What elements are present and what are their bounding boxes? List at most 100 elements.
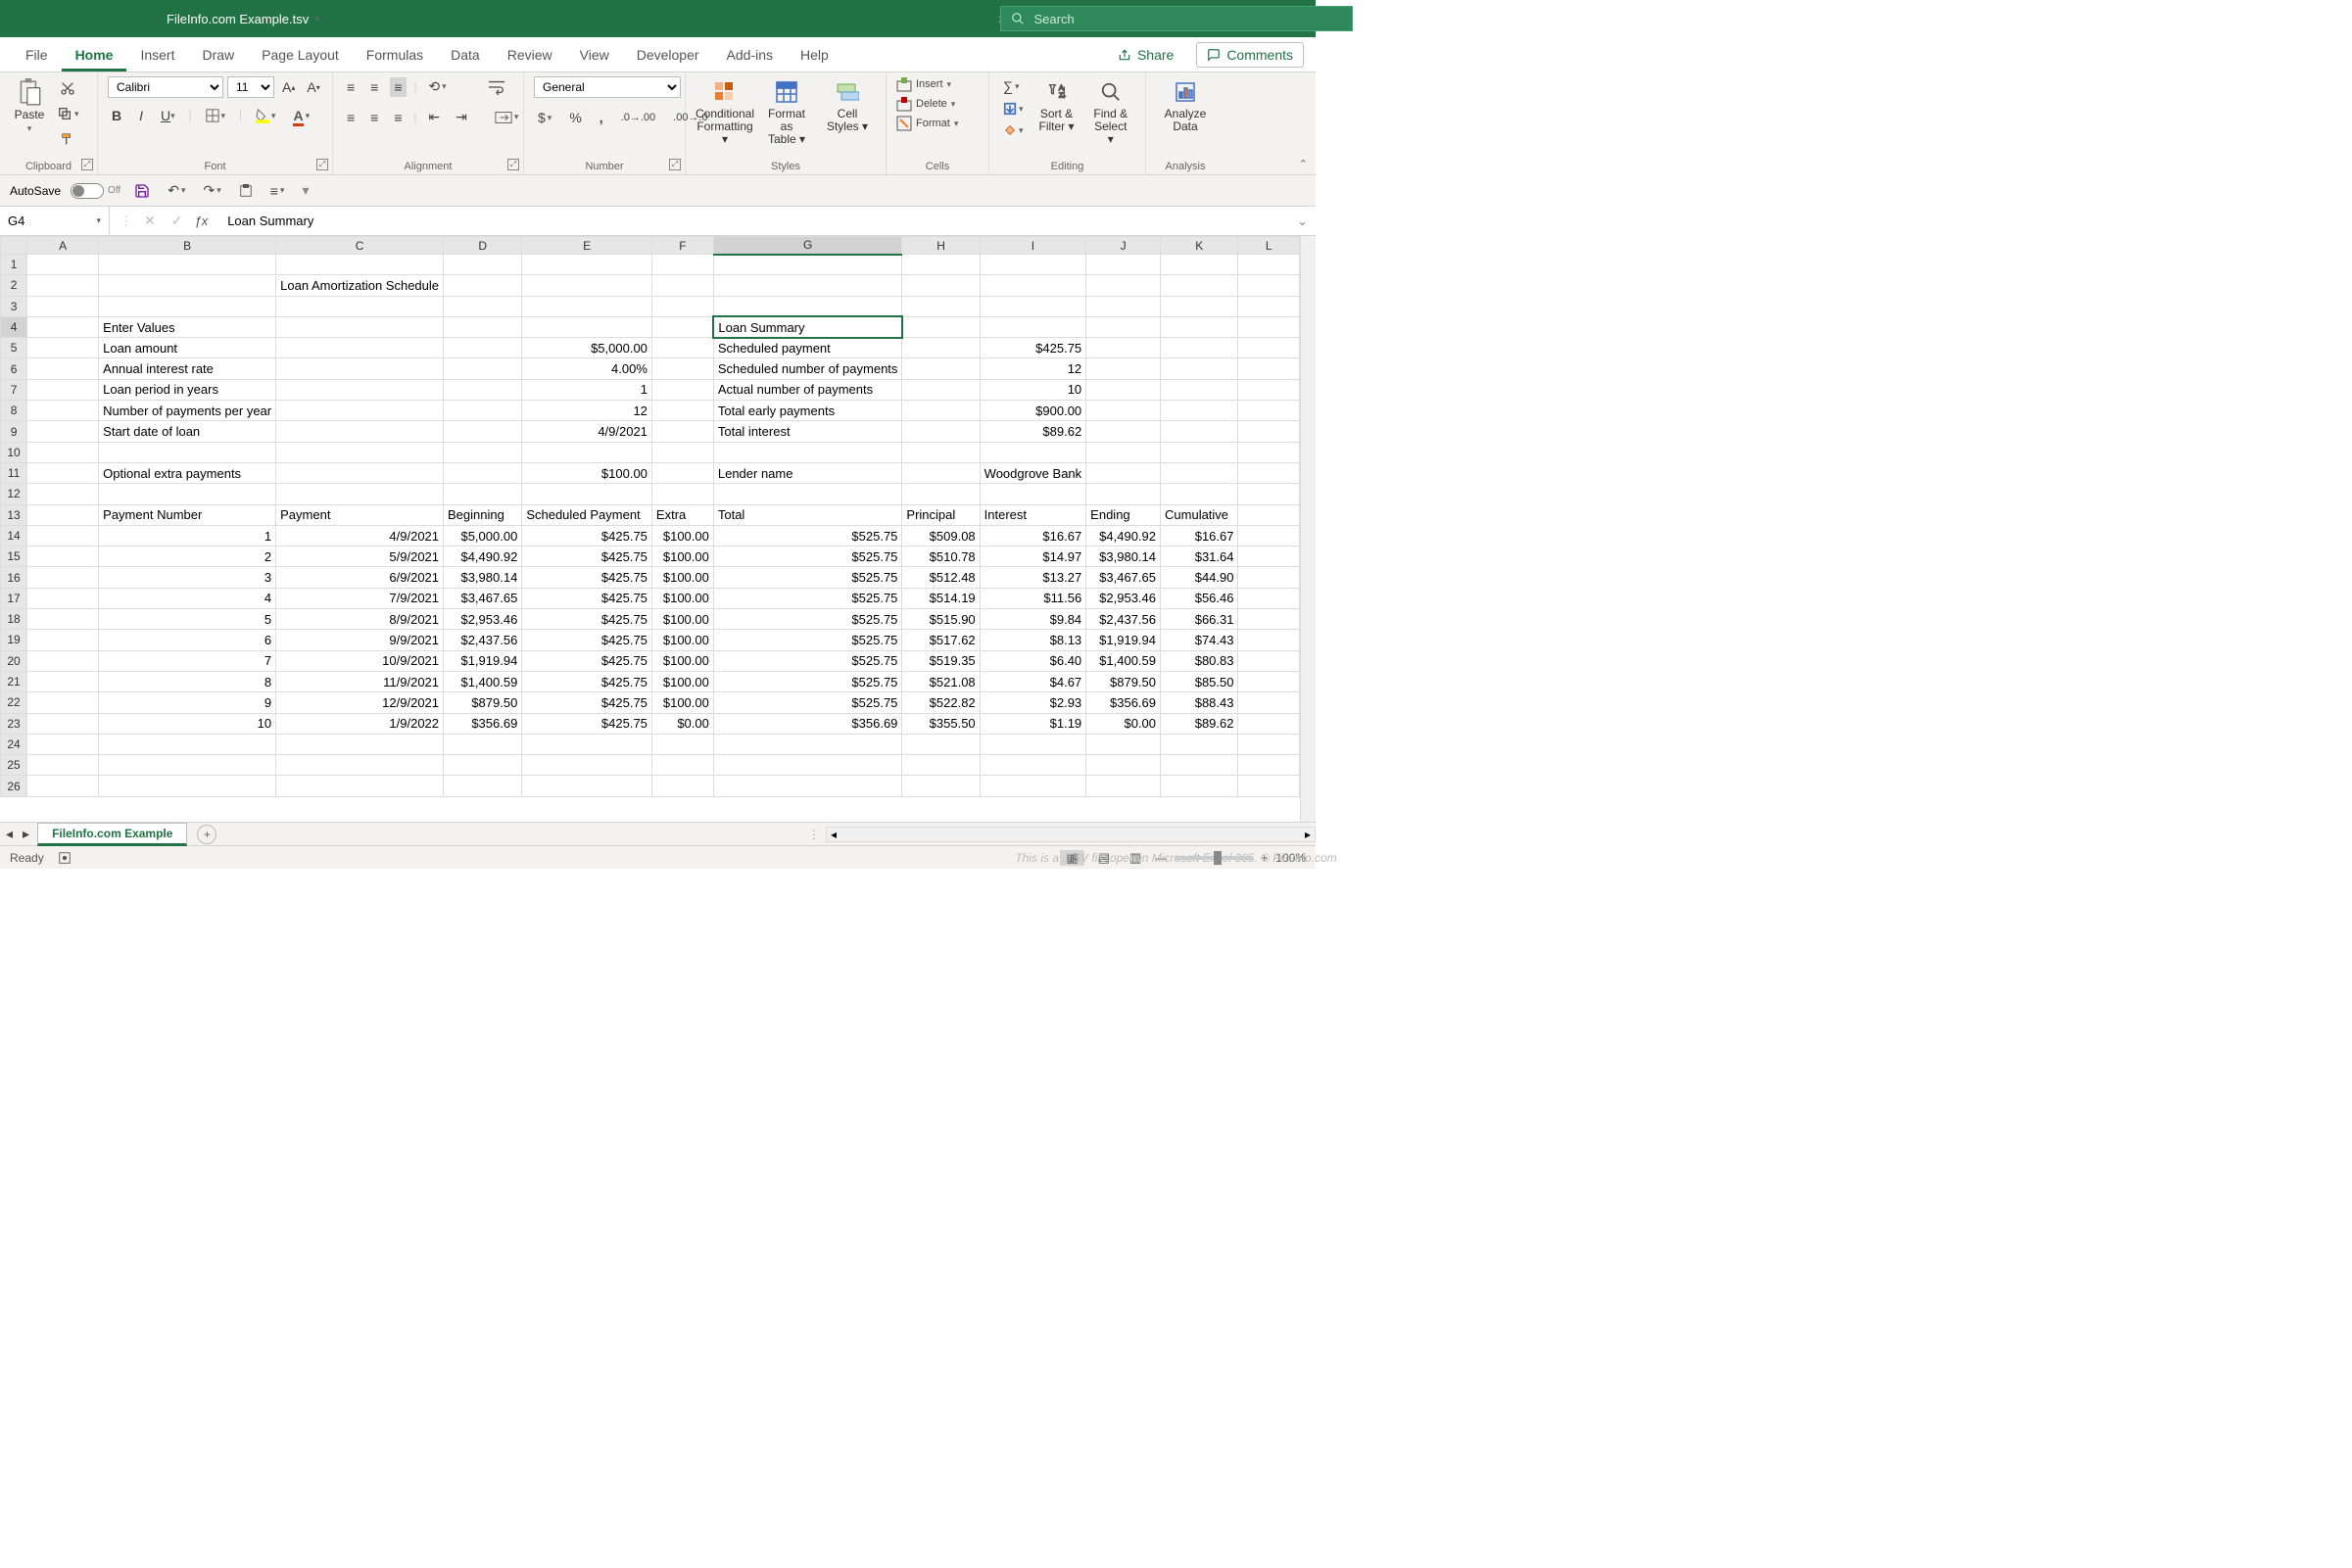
cell-A22[interactable] — [27, 692, 99, 713]
cell-A2[interactable] — [27, 275, 99, 296]
cell-I5[interactable]: $425.75 — [980, 338, 1086, 358]
cell-I20[interactable]: $6.40 — [980, 650, 1086, 671]
cell-G15[interactable]: $525.75 — [713, 546, 902, 567]
cell-B10[interactable] — [99, 442, 276, 462]
cell-K21[interactable]: $85.50 — [1161, 671, 1238, 691]
cell-K23[interactable]: $89.62 — [1161, 713, 1238, 734]
qat-button-1[interactable] — [235, 182, 257, 200]
cell-D7[interactable] — [444, 379, 522, 400]
cell-I17[interactable]: $11.56 — [980, 588, 1086, 608]
cell-F19[interactable]: $100.00 — [651, 630, 713, 650]
share-button[interactable]: Share — [1107, 42, 1184, 68]
cell-B6[interactable]: Annual interest rate — [99, 358, 276, 379]
cell-H8[interactable] — [902, 401, 980, 421]
cell-C11[interactable] — [276, 462, 444, 483]
cell-L17[interactable] — [1238, 588, 1300, 608]
cell-L22[interactable] — [1238, 692, 1300, 713]
cell-I1[interactable] — [980, 255, 1086, 275]
cell-B25[interactable] — [99, 755, 276, 776]
cell-H5[interactable] — [902, 338, 980, 358]
cell-K8[interactable] — [1161, 401, 1238, 421]
decrease-font-button[interactable]: A▾ — [303, 77, 323, 97]
alignment-dialog-launcher[interactable]: ⤢ — [507, 159, 519, 170]
cell-E11[interactable]: $100.00 — [522, 462, 652, 483]
cell-B18[interactable]: 5 — [99, 609, 276, 630]
cell-C21[interactable]: 11/9/2021 — [276, 671, 444, 691]
cell-J14[interactable]: $4,490.92 — [1086, 525, 1161, 546]
cell-C9[interactable] — [276, 421, 444, 442]
cell-E4[interactable] — [522, 316, 652, 337]
cell-B24[interactable] — [99, 734, 276, 754]
align-middle-button[interactable]: ≡ — [366, 77, 382, 97]
cell-I2[interactable] — [980, 275, 1086, 296]
cell-F9[interactable] — [651, 421, 713, 442]
cell-J26[interactable] — [1086, 776, 1161, 796]
cell-E16[interactable]: $425.75 — [522, 567, 652, 588]
row-header-6[interactable]: 6 — [1, 358, 27, 379]
row-header-3[interactable]: 3 — [1, 296, 27, 316]
cell-H20[interactable]: $519.35 — [902, 650, 980, 671]
copy-button[interactable] — [53, 104, 83, 123]
cell-F22[interactable]: $100.00 — [651, 692, 713, 713]
cell-L14[interactable] — [1238, 525, 1300, 546]
cell-F12[interactable] — [651, 484, 713, 504]
sort-filter-button[interactable]: AZ Sort &Filter ▾ — [1033, 76, 1080, 135]
cell-G22[interactable]: $525.75 — [713, 692, 902, 713]
cell-H3[interactable] — [902, 296, 980, 316]
cell-A23[interactable] — [27, 713, 99, 734]
cell-A21[interactable] — [27, 671, 99, 691]
cell-J13[interactable]: Ending — [1086, 504, 1161, 525]
cell-C6[interactable] — [276, 358, 444, 379]
cell-H17[interactable]: $514.19 — [902, 588, 980, 608]
column-header-D[interactable]: D — [444, 237, 522, 255]
cell-K22[interactable]: $88.43 — [1161, 692, 1238, 713]
cell-A7[interactable] — [27, 379, 99, 400]
cell-styles-button[interactable]: CellStyles ▾ — [819, 76, 876, 135]
cell-J17[interactable]: $2,953.46 — [1086, 588, 1161, 608]
cell-J6[interactable] — [1086, 358, 1161, 379]
cell-G18[interactable]: $525.75 — [713, 609, 902, 630]
column-header-H[interactable]: H — [902, 237, 980, 255]
cell-I24[interactable] — [980, 734, 1086, 754]
cell-E8[interactable]: 12 — [522, 401, 652, 421]
undo-button[interactable]: ↶ — [164, 180, 189, 201]
row-header-4[interactable]: 4 — [1, 316, 27, 337]
column-header-I[interactable]: I — [980, 237, 1086, 255]
cell-C18[interactable]: 8/9/2021 — [276, 609, 444, 630]
cell-F2[interactable] — [651, 275, 713, 296]
cell-H15[interactable]: $510.78 — [902, 546, 980, 567]
cell-I12[interactable] — [980, 484, 1086, 504]
cell-L6[interactable] — [1238, 358, 1300, 379]
cell-A3[interactable] — [27, 296, 99, 316]
format-as-table-button[interactable]: Format asTable ▾ — [758, 76, 815, 149]
cell-C10[interactable] — [276, 442, 444, 462]
cell-C16[interactable]: 6/9/2021 — [276, 567, 444, 588]
cell-B14[interactable]: 1 — [99, 525, 276, 546]
cell-J10[interactable] — [1086, 442, 1161, 462]
cell-E25[interactable] — [522, 755, 652, 776]
fill-button[interactable] — [999, 100, 1028, 118]
cell-B23[interactable]: 10 — [99, 713, 276, 734]
accounting-format-button[interactable]: $ — [534, 108, 555, 127]
delete-cells-button[interactable]: Delete ▾ — [896, 96, 955, 112]
borders-button[interactable] — [202, 107, 230, 124]
cell-D6[interactable] — [444, 358, 522, 379]
cell-K1[interactable] — [1161, 255, 1238, 275]
column-header-A[interactable]: A — [27, 237, 99, 255]
cell-G16[interactable]: $525.75 — [713, 567, 902, 588]
cell-I16[interactable]: $13.27 — [980, 567, 1086, 588]
cell-B22[interactable]: 9 — [99, 692, 276, 713]
cell-B9[interactable]: Start date of loan — [99, 421, 276, 442]
cell-D24[interactable] — [444, 734, 522, 754]
cell-B4[interactable]: Enter Values — [99, 316, 276, 337]
cell-I25[interactable] — [980, 755, 1086, 776]
cell-G1[interactable] — [713, 255, 902, 275]
cell-G19[interactable]: $525.75 — [713, 630, 902, 650]
cell-K17[interactable]: $56.46 — [1161, 588, 1238, 608]
sheet-nav-prev[interactable]: ◂ — [0, 826, 19, 842]
cell-K10[interactable] — [1161, 442, 1238, 462]
insert-cells-button[interactable]: Insert ▾ — [896, 76, 951, 92]
cell-G21[interactable]: $525.75 — [713, 671, 902, 691]
cell-L20[interactable] — [1238, 650, 1300, 671]
cell-C4[interactable] — [276, 316, 444, 337]
